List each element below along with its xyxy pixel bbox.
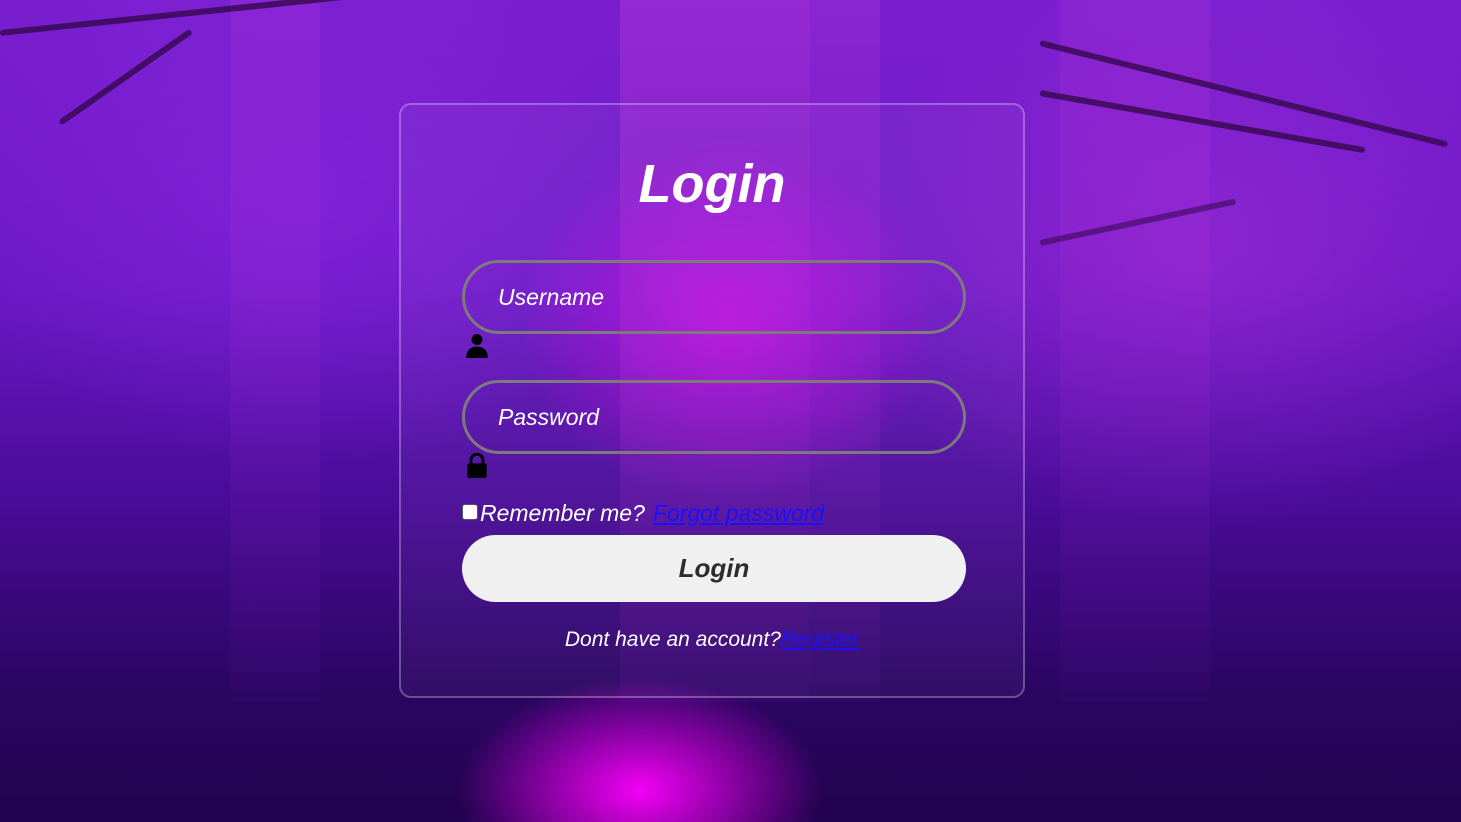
- username-placeholder: Username: [498, 284, 605, 310]
- password-placeholder: Password: [498, 404, 599, 430]
- register-row: Dont have an account?Register: [401, 628, 1023, 652]
- remember-row: Remember me? Forgot password: [462, 500, 824, 527]
- username-input[interactable]: Username: [462, 260, 966, 334]
- register-prompt: Dont have an account?: [564, 628, 781, 651]
- login-title: Login: [638, 154, 786, 214]
- remember-checkbox[interactable]: [462, 503, 478, 520]
- forgot-password-link[interactable]: Forgot password: [653, 500, 824, 527]
- lock-icon: [467, 452, 487, 478]
- password-input[interactable]: Password: [462, 380, 966, 454]
- remember-label: Remember me?: [480, 500, 645, 526]
- register-link[interactable]: Register: [781, 628, 859, 651]
- user-icon: [466, 334, 488, 358]
- login-button[interactable]: Login: [462, 535, 966, 602]
- login-card: Login Username Password Remember me? For…: [399, 103, 1025, 698]
